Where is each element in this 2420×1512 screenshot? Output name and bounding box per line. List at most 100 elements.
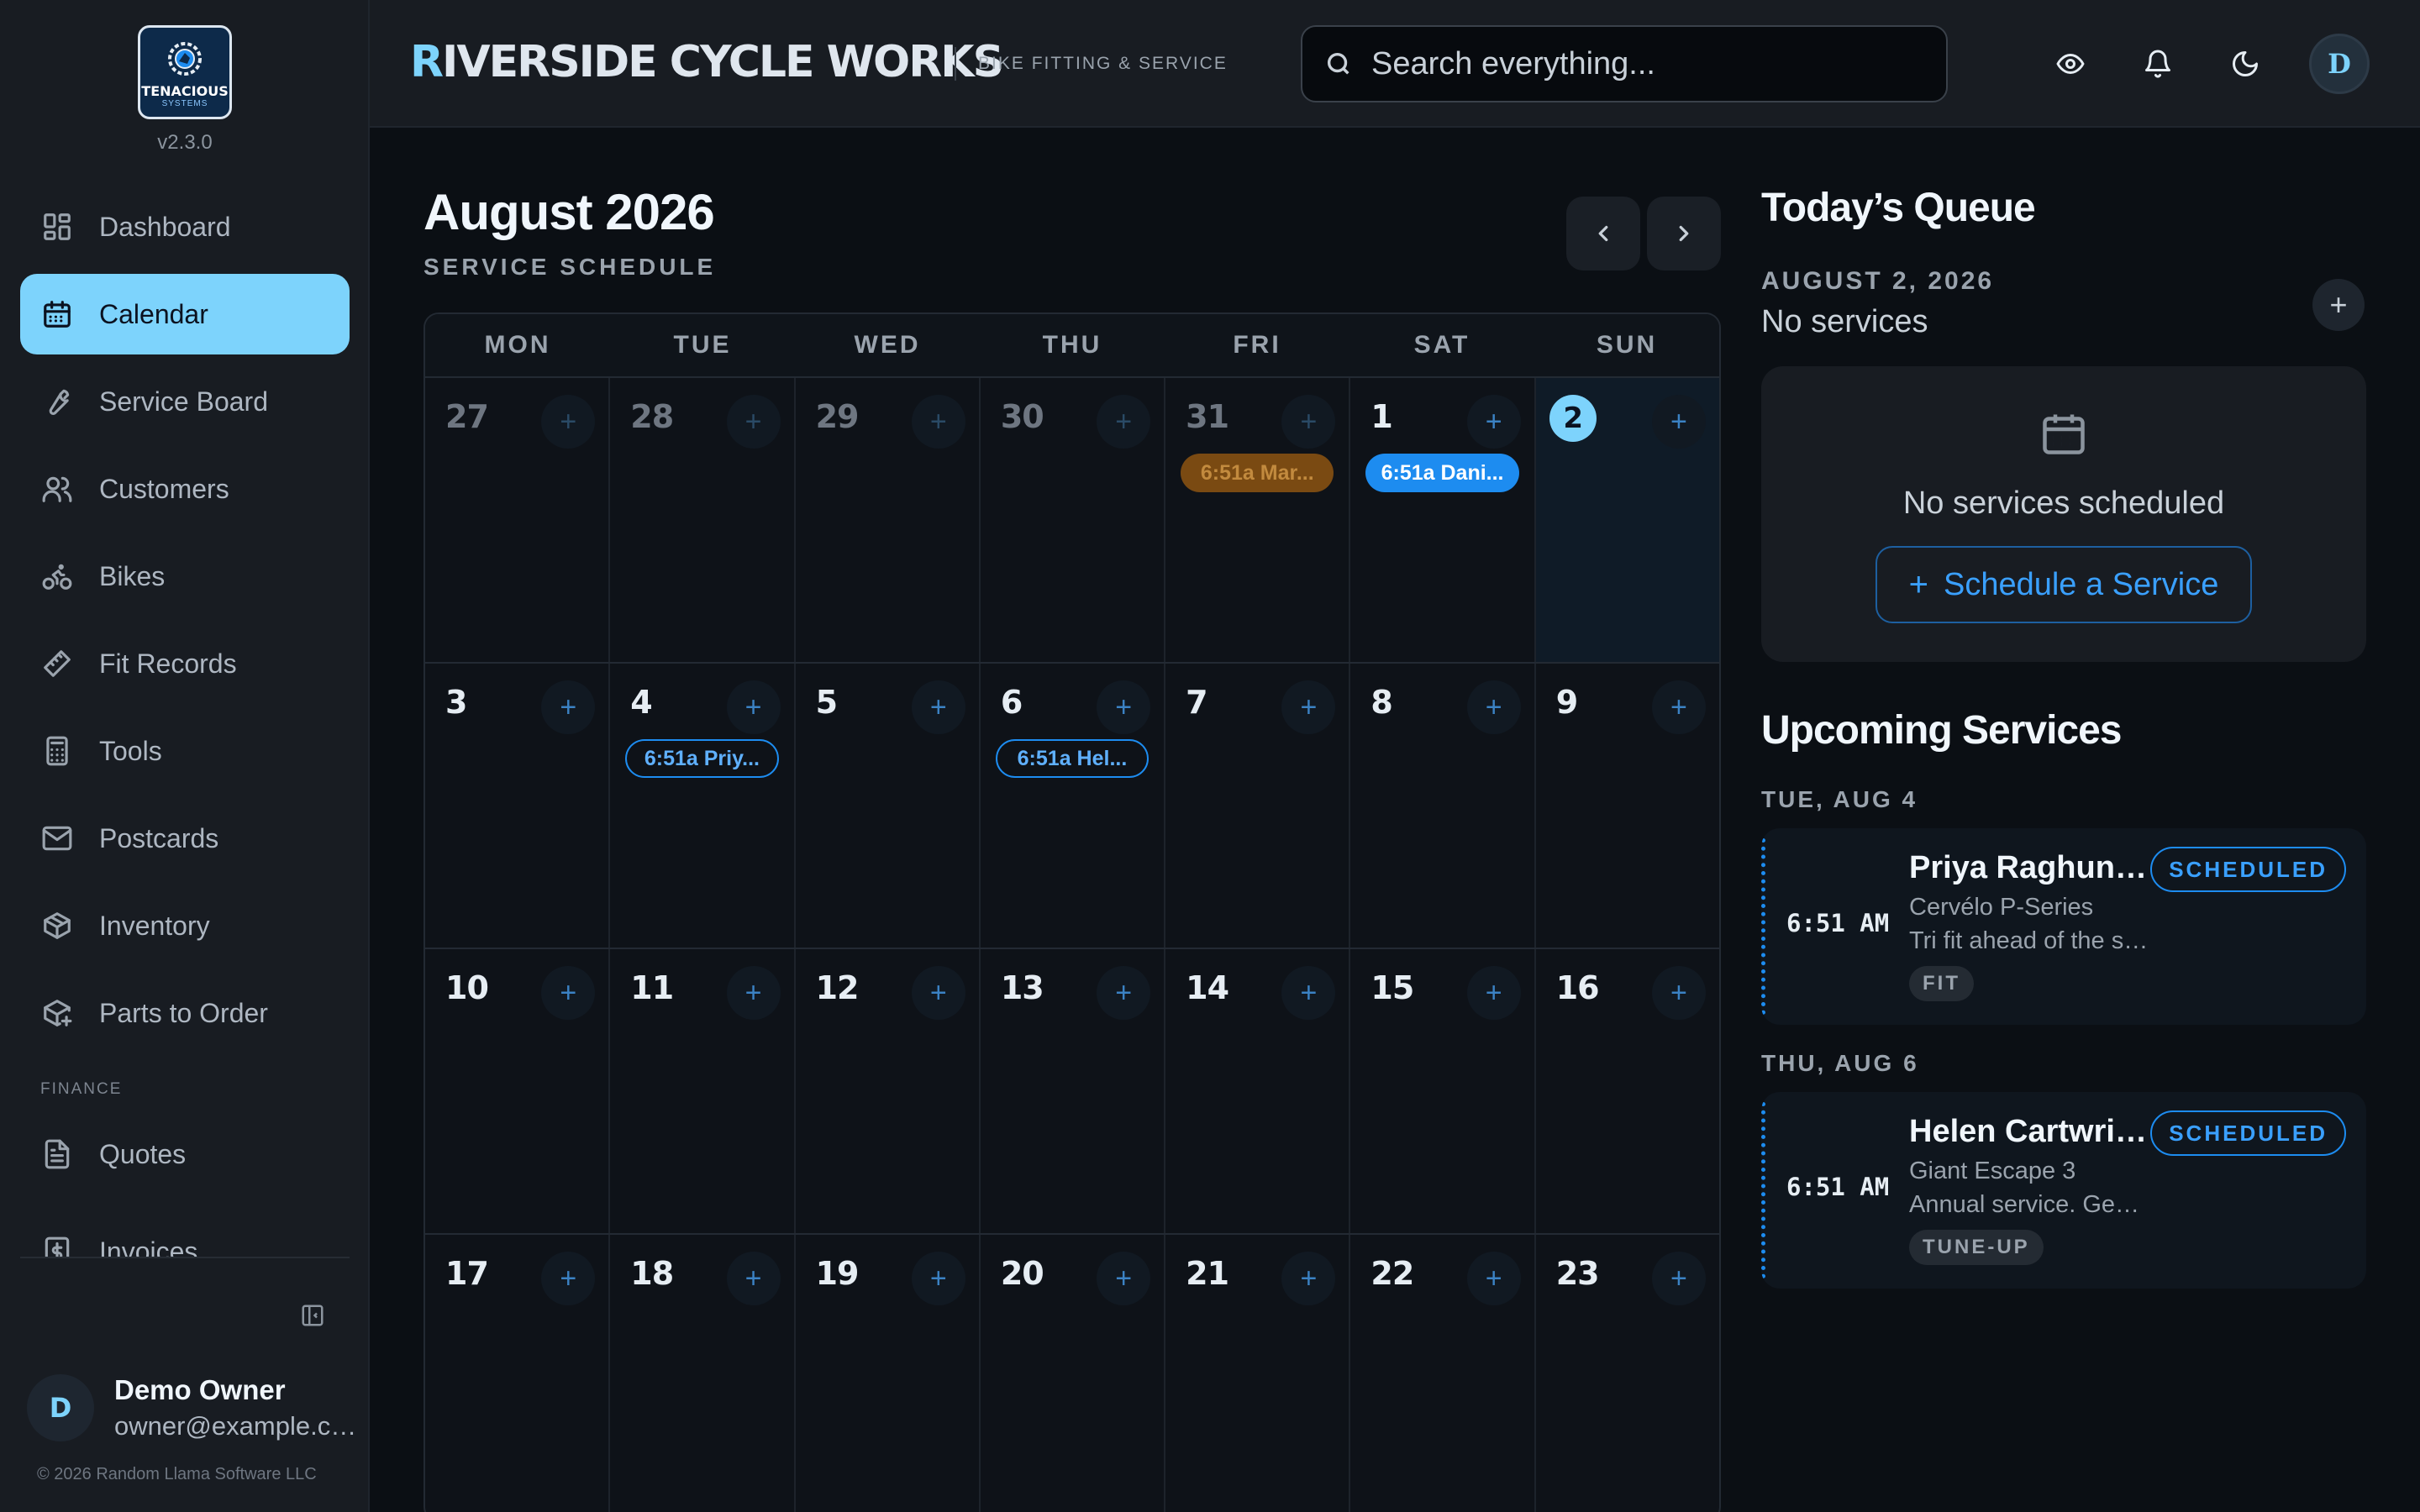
add-event-button[interactable]: + (1651, 1252, 1706, 1305)
upcoming-services-title: Upcoming Services (1761, 708, 2122, 753)
sidebar-divider (20, 1257, 350, 1258)
add-event-button[interactable]: + (541, 680, 596, 734)
sidebar-item-label: Bikes (99, 560, 166, 591)
prev-month-button[interactable] (1566, 197, 1640, 270)
sidebar-item-customers[interactable]: Customers (20, 449, 350, 529)
calendar-day[interactable]: 15 + (1350, 949, 1536, 1233)
add-event-button[interactable]: + (541, 395, 596, 449)
add-event-button[interactable]: + (1651, 966, 1706, 1020)
sidebar-item-parts-to-order[interactable]: Parts to Order (20, 973, 350, 1053)
calendar-day[interactable]: 9 + (1536, 664, 1719, 948)
calendar-day[interactable]: 4 +6:51a Priy... (610, 664, 796, 948)
sidebar-item-dashboard[interactable]: Dashboard (20, 186, 350, 267)
calendar-day[interactable]: 27 + (425, 378, 611, 662)
add-event-button[interactable]: + (911, 395, 965, 449)
calendar-day[interactable]: 29 + (796, 378, 981, 662)
add-event-button[interactable]: + (911, 966, 965, 1020)
search-box[interactable] (1301, 25, 1948, 102)
calendar-day[interactable]: 6 +6:51a Hel... (981, 664, 1166, 948)
day-number: 10 (445, 969, 489, 1006)
calendar-event-chip[interactable]: 6:51a Mar... (1181, 454, 1334, 492)
calendar-day[interactable]: 1 +6:51a Dani... (1350, 378, 1536, 662)
service-note: Tri fit ahead of the season (1909, 927, 2153, 954)
calendar-day-today[interactable]: 2 + (1535, 378, 1719, 662)
collapse-sidebar-button[interactable] (297, 1300, 328, 1331)
calendar-day[interactable]: 3 + (425, 664, 611, 948)
add-event-button[interactable]: + (1466, 395, 1521, 449)
add-event-button[interactable]: + (911, 680, 965, 734)
calendar-day[interactable]: 31 +6:51a Mar... (1165, 378, 1351, 662)
calendar-day[interactable]: 13 + (981, 949, 1166, 1233)
schedule-service-label: Schedule a Service (1943, 566, 2219, 602)
sidebar-item-service-board[interactable]: Service Board (20, 361, 350, 442)
add-event-button[interactable]: + (541, 1252, 596, 1305)
add-event-button[interactable]: + (1097, 395, 1151, 449)
calendar-day[interactable]: 7 + (1165, 664, 1351, 948)
add-event-button[interactable]: + (1097, 1252, 1151, 1305)
calendar-day[interactable]: 10 + (425, 949, 611, 1233)
add-event-button[interactable]: + (726, 395, 781, 449)
weekday-label: WED (854, 331, 921, 359)
service-card[interactable]: 6:51 AM Helen Cartwright Giant Escape 3 … (1761, 1092, 2366, 1289)
header-avatar[interactable]: D (2309, 34, 2370, 94)
add-event-button[interactable]: + (1651, 680, 1706, 734)
theme-toggle[interactable] (2223, 42, 2267, 86)
day-number: 31 (1186, 398, 1229, 435)
search-input[interactable] (1371, 45, 1918, 82)
add-event-button[interactable]: + (1466, 680, 1521, 734)
day-number: 13 (1000, 969, 1044, 1006)
add-event-button[interactable]: + (1466, 966, 1521, 1020)
calendar-event-chip[interactable]: 6:51a Dani... (1365, 454, 1519, 492)
upcoming-date-label: TUE, AUG 4 (1761, 786, 1918, 812)
mail-icon (40, 822, 74, 855)
notifications-button[interactable] (2136, 42, 2180, 86)
add-event-button[interactable]: + (1097, 966, 1151, 1020)
add-event-button[interactable]: + (1281, 395, 1336, 449)
add-event-button[interactable]: + (1281, 1252, 1336, 1305)
add-event-button[interactable]: + (726, 680, 781, 734)
add-event-button[interactable]: + (911, 1252, 965, 1305)
service-note: Annual service. General check (1909, 1191, 2153, 1218)
calendar-event-chip[interactable]: 6:51a Priy... (625, 739, 779, 778)
calendar-day[interactable]: 14 + (1165, 949, 1351, 1233)
sidebar-item-inventory[interactable]: Inventory (20, 885, 350, 966)
calendar-day[interactable]: 30 + (981, 378, 1166, 662)
add-service-button[interactable]: + (2312, 279, 2365, 331)
company-logo[interactable]: TENACIOUS SYSTEMS (138, 25, 232, 119)
calendar-event-chip[interactable]: 6:51a Hel... (995, 739, 1150, 778)
calendar-day[interactable]: 17 + (425, 1235, 611, 1512)
calendar-day[interactable]: 11 + (610, 949, 796, 1233)
calendar-day[interactable]: 21 + (1165, 1235, 1351, 1512)
visibility-toggle[interactable] (2049, 42, 2092, 86)
sidebar-item-postcards[interactable]: Postcards (20, 798, 350, 879)
calendar-day[interactable]: 22 + (1350, 1235, 1536, 1512)
add-event-button[interactable]: + (1281, 966, 1336, 1020)
sidebar-item-bikes[interactable]: Bikes (20, 536, 350, 617)
schedule-service-button[interactable]: + Schedule a Service (1876, 546, 2252, 623)
calendar-day[interactable]: 16 + (1536, 949, 1719, 1233)
add-event-button[interactable]: + (1281, 680, 1336, 734)
day-number: 12 (815, 969, 860, 1006)
sidebar-item-calendar[interactable]: Calendar (20, 274, 350, 354)
sidebar-item-fit-records[interactable]: Fit Records (20, 623, 350, 704)
service-card[interactable]: 6:51 AM Priya Raghunathan Cervélo P-Seri… (1761, 828, 2366, 1025)
calendar-day[interactable]: 20 + (981, 1235, 1166, 1512)
add-event-button[interactable]: + (541, 966, 596, 1020)
sidebar-item-tools[interactable]: Tools (20, 711, 350, 791)
calendar-day[interactable]: 12 + (796, 949, 981, 1233)
add-event-button[interactable]: + (1466, 1252, 1521, 1305)
next-month-button[interactable] (1647, 197, 1721, 270)
calendar-day[interactable]: 23 + (1536, 1235, 1719, 1512)
calendar-subtitle: SERVICE SCHEDULE (424, 254, 717, 280)
calendar-day[interactable]: 19 + (796, 1235, 981, 1512)
calendar-day[interactable]: 18 + (610, 1235, 796, 1512)
calendar-day[interactable]: 28 + (610, 378, 796, 662)
user-avatar[interactable]: D (27, 1374, 94, 1441)
calendar-day[interactable]: 5 + (796, 664, 981, 948)
sidebar-item-invoices[interactable]: Invoices (20, 1211, 350, 1257)
calendar-day[interactable]: 8 + (1350, 664, 1536, 948)
add-event-button[interactable]: + (1651, 395, 1706, 449)
add-event-button[interactable]: + (1097, 680, 1151, 734)
add-event-button[interactable]: + (726, 1252, 781, 1305)
add-event-button[interactable]: + (726, 966, 781, 1020)
